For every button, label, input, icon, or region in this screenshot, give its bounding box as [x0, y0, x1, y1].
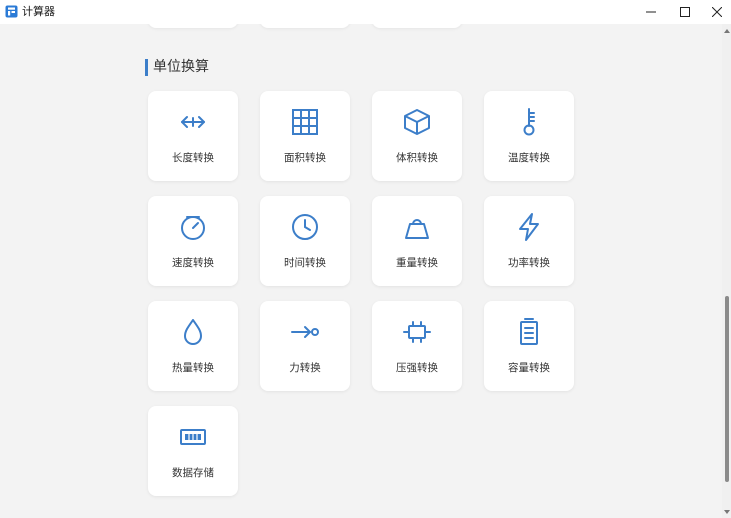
thermometer-icon	[523, 108, 535, 136]
scroll-content[interactable]: 单位换算 长度转换 面积转换 体积转换 温度转换 速度转换 时间转换 重量转换 …	[0, 24, 722, 518]
card-label: 热量转换	[172, 362, 214, 374]
capacity-convert-card[interactable]: 容量转换	[484, 301, 574, 391]
minimize-icon	[646, 11, 656, 13]
data-storage-card[interactable]: 数据存储	[148, 406, 238, 496]
calculator-window: 计算器 单位换算 长度转换 面积转换 体积转换 温度转换 速度转换 时间转换 重…	[0, 0, 731, 518]
card-label: 力转换	[289, 362, 321, 374]
force-convert-card[interactable]: 力转换	[260, 301, 350, 391]
grid-icon	[292, 109, 318, 135]
section-title: 单位换算	[153, 59, 209, 75]
card-label: 数据存储	[172, 467, 214, 479]
heat-convert-card[interactable]: 热量转换	[148, 301, 238, 391]
lightning-icon	[519, 213, 539, 241]
scroll-up-icon[interactable]	[724, 29, 730, 33]
card-label: 容量转换	[508, 362, 550, 374]
area-convert-card[interactable]: 面积转换	[260, 91, 350, 181]
scrollbar-thumb[interactable]	[725, 296, 729, 482]
close-button[interactable]	[699, 0, 731, 24]
section-accent-bar	[145, 58, 148, 76]
card-label: 长度转换	[172, 152, 214, 164]
container-icon	[520, 318, 538, 345]
title-bar[interactable]: 计算器	[0, 0, 731, 24]
force-arrow-icon	[291, 326, 319, 338]
vertical-scrollbar[interactable]	[722, 24, 731, 518]
card-label: 面积转换	[284, 152, 326, 164]
weight-convert-card[interactable]: 重量转换	[372, 196, 462, 286]
clock-icon	[292, 214, 318, 240]
window-title: 计算器	[22, 5, 55, 18]
card-label: 体积转换	[396, 152, 438, 164]
card-label: 压强转换	[396, 362, 438, 374]
maximize-button[interactable]	[667, 0, 703, 24]
speed-convert-card[interactable]: 速度转换	[148, 196, 238, 286]
card[interactable]	[372, 24, 462, 28]
section-header: 单位换算	[145, 58, 209, 76]
card[interactable]	[148, 24, 238, 28]
pressure-convert-card[interactable]: 压强转换	[372, 301, 462, 391]
temperature-convert-card[interactable]: 温度转换	[484, 91, 574, 181]
card-label: 温度转换	[508, 152, 550, 164]
memory-chip-icon	[180, 429, 206, 445]
close-icon	[712, 7, 722, 17]
maximize-icon	[680, 7, 690, 17]
scroll-down-icon[interactable]	[724, 510, 730, 514]
droplet-icon	[184, 319, 202, 345]
card-label: 重量转换	[396, 257, 438, 269]
weight-icon	[405, 219, 429, 239]
time-convert-card[interactable]: 时间转换	[260, 196, 350, 286]
card-label: 功率转换	[508, 257, 550, 269]
speedometer-icon	[181, 216, 205, 240]
arrows-horizontal-icon	[181, 116, 205, 128]
power-convert-card[interactable]: 功率转换	[484, 196, 574, 286]
length-convert-card[interactable]: 长度转换	[148, 91, 238, 181]
calculator-app-icon	[5, 5, 18, 18]
minimize-button[interactable]	[633, 0, 669, 24]
card[interactable]	[260, 24, 350, 28]
pressure-icon	[403, 321, 431, 343]
card-label: 时间转换	[284, 257, 326, 269]
volume-convert-card[interactable]: 体积转换	[372, 91, 462, 181]
cube-icon	[404, 109, 430, 135]
card-label: 速度转换	[172, 257, 214, 269]
